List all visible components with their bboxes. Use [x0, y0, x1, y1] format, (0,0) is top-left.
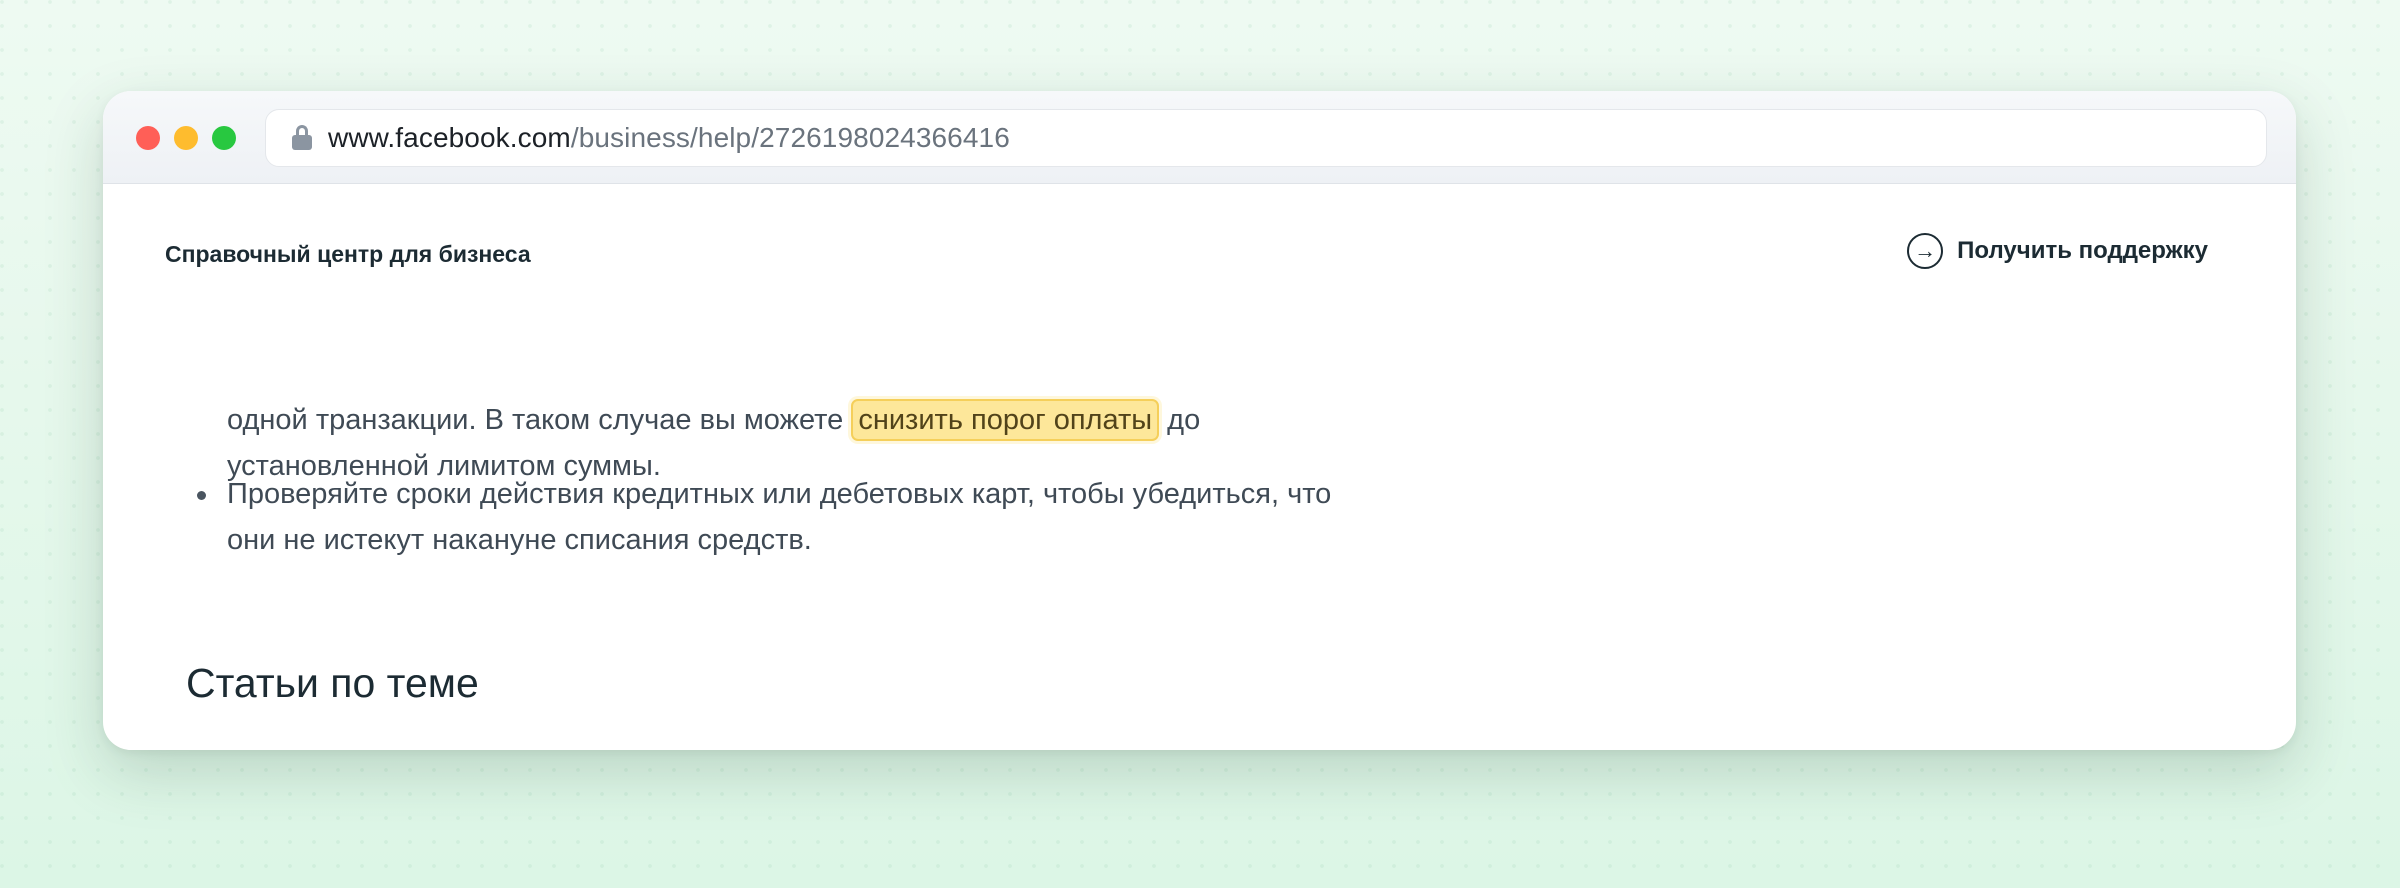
lock-icon	[292, 125, 312, 151]
address-bar[interactable]: www.facebook.com/business/help/272619802…	[265, 109, 2267, 167]
help-center-title[interactable]: Справочный центр для бизнеса	[165, 241, 531, 268]
article-text-line: одной транзакции. В таком случае вы може…	[227, 397, 1200, 444]
help-center-header: Справочный центр для бизнеса → Получить …	[103, 183, 2296, 323]
url-path: /business/help/2726198024366416	[570, 122, 1010, 153]
article-text: одной транзакции. В таком случае вы може…	[227, 404, 844, 436]
browser-titlebar: www.facebook.com/business/help/272619802…	[103, 91, 2296, 184]
list-item-line: они не истекут накануне списания средств…	[227, 524, 812, 556]
arrow-right-circle-icon: →	[1907, 233, 1944, 269]
get-support-button[interactable]: → Получить поддержку	[1907, 233, 2208, 269]
list-item-line: Проверяйте сроки действия кредитных или …	[227, 478, 1332, 510]
url-text[interactable]: www.facebook.com/business/help/272619802…	[328, 122, 1010, 154]
get-support-label: Получить поддержку	[1957, 237, 2208, 264]
maximize-window-button[interactable]	[212, 126, 236, 150]
browser-window: www.facebook.com/business/help/272619802…	[103, 91, 2296, 750]
url-host: www.facebook.com	[328, 122, 571, 153]
article-text: до	[1167, 404, 1201, 436]
related-articles-heading: Статьи по теме	[186, 660, 479, 706]
page-content: Справочный центр для бизнеса → Получить …	[103, 183, 2296, 750]
close-window-button[interactable]	[136, 126, 160, 150]
lower-payment-threshold-link[interactable]: снизить порог оплаты	[851, 399, 1160, 441]
minimize-window-button[interactable]	[174, 126, 198, 150]
bullet-icon	[197, 491, 206, 500]
